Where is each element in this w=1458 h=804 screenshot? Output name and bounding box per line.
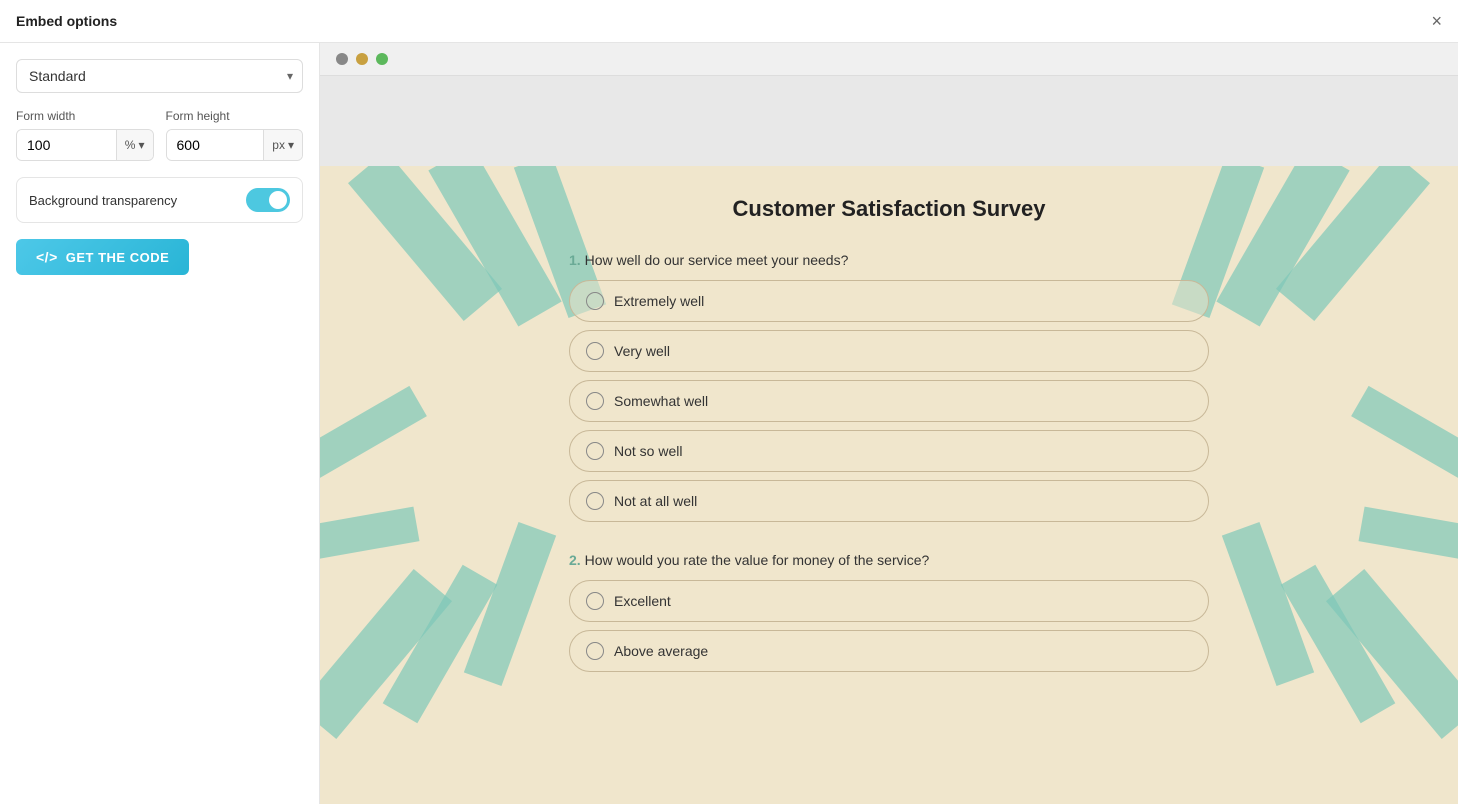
close-button[interactable]: ×	[1431, 12, 1442, 30]
dimensions-row: Form width % ▾ Form height px ▾	[16, 109, 303, 161]
option-somewhat-well[interactable]: Somewhat well	[569, 380, 1209, 422]
stripe-16	[1359, 507, 1458, 566]
main-layout: Standard Popup Slider ▾ Form width % ▾ F…	[0, 43, 1458, 804]
option-not-at-all-well[interactable]: Not at all well	[569, 480, 1209, 522]
radio-circle-6	[586, 592, 604, 610]
gray-preview-area	[320, 76, 1458, 166]
form-width-input[interactable]	[17, 130, 116, 160]
background-transparency-label: Background transparency	[29, 193, 177, 208]
get-code-button[interactable]: </> GET THE CODE	[16, 239, 189, 275]
stripe-14	[320, 507, 419, 566]
left-panel: Standard Popup Slider ▾ Form width % ▾ F…	[0, 43, 320, 804]
form-width-group: Form width % ▾	[16, 109, 154, 161]
form-width-input-row: % ▾	[16, 129, 154, 161]
right-panel: Customer Satisfaction Survey 1. How well…	[320, 43, 1458, 804]
question-2-number: 2.	[569, 552, 581, 568]
option-above-average[interactable]: Above average	[569, 630, 1209, 672]
get-code-label: GET THE CODE	[66, 250, 170, 265]
question-1-body: How well do our service meet your needs?	[585, 252, 849, 268]
browser-chrome	[320, 43, 1458, 76]
question-2-text: 2. How would you rate the value for mone…	[569, 552, 1209, 568]
radio-circle-7	[586, 642, 604, 660]
form-width-unit: %	[125, 138, 136, 152]
question-1-number: 1.	[569, 252, 581, 268]
modal-title: Embed options	[16, 13, 117, 29]
radio-circle-2	[586, 342, 604, 360]
browser-dot-close	[336, 53, 348, 65]
browser-dot-maximize	[376, 53, 388, 65]
form-height-group: Form height px ▾	[166, 109, 304, 161]
survey-title: Customer Satisfaction Survey	[569, 196, 1209, 222]
option-label-2: Very well	[614, 343, 670, 359]
form-height-input[interactable]	[167, 130, 264, 160]
question-1-text: 1. How well do our service meet your nee…	[569, 252, 1209, 268]
embed-type-dropdown[interactable]: Standard Popup Slider ▾	[16, 59, 303, 93]
modal-header: Embed options ×	[0, 0, 1458, 43]
question-1-block: 1. How well do our service meet your nee…	[569, 252, 1209, 522]
option-extremely-well[interactable]: Extremely well	[569, 280, 1209, 322]
radio-circle-5	[586, 492, 604, 510]
chevron-down-icon-width: ▾	[138, 138, 144, 152]
stripe-15	[1351, 386, 1458, 486]
embed-type-select[interactable]: Standard Popup Slider	[16, 59, 303, 93]
radio-circle-4	[586, 442, 604, 460]
option-label-3: Somewhat well	[614, 393, 708, 409]
question-2-body: How would you rate the value for money o…	[585, 552, 930, 568]
stripe-13	[320, 386, 427, 486]
option-not-so-well[interactable]: Not so well	[569, 430, 1209, 472]
browser-dot-minimize	[356, 53, 368, 65]
form-height-label: Form height	[166, 109, 304, 123]
code-icon: </>	[36, 249, 58, 265]
radio-circle-3	[586, 392, 604, 410]
preview-scroll-container[interactable]: Customer Satisfaction Survey 1. How well…	[320, 166, 1458, 804]
option-label-7: Above average	[614, 643, 708, 659]
toggle-slider	[246, 188, 290, 212]
background-transparency-toggle[interactable]	[246, 188, 290, 212]
chevron-down-icon-height: ▾	[288, 138, 294, 152]
survey-inner: Customer Satisfaction Survey 1. How well…	[549, 196, 1229, 672]
form-height-unit: px	[272, 138, 285, 152]
question-2-block: 2. How would you rate the value for mone…	[569, 552, 1209, 672]
survey-container: Customer Satisfaction Survey 1. How well…	[320, 166, 1458, 804]
radio-circle-1	[586, 292, 604, 310]
option-label-1: Extremely well	[614, 293, 704, 309]
option-very-well[interactable]: Very well	[569, 330, 1209, 372]
form-width-label: Form width	[16, 109, 154, 123]
form-height-input-row: px ▾	[166, 129, 304, 161]
form-height-unit-btn[interactable]: px ▾	[263, 130, 302, 160]
option-label-5: Not at all well	[614, 493, 697, 509]
background-transparency-row: Background transparency	[16, 177, 303, 223]
form-width-unit-btn[interactable]: % ▾	[116, 130, 153, 160]
option-excellent[interactable]: Excellent	[569, 580, 1209, 622]
option-label-6: Excellent	[614, 593, 671, 609]
option-label-4: Not so well	[614, 443, 682, 459]
